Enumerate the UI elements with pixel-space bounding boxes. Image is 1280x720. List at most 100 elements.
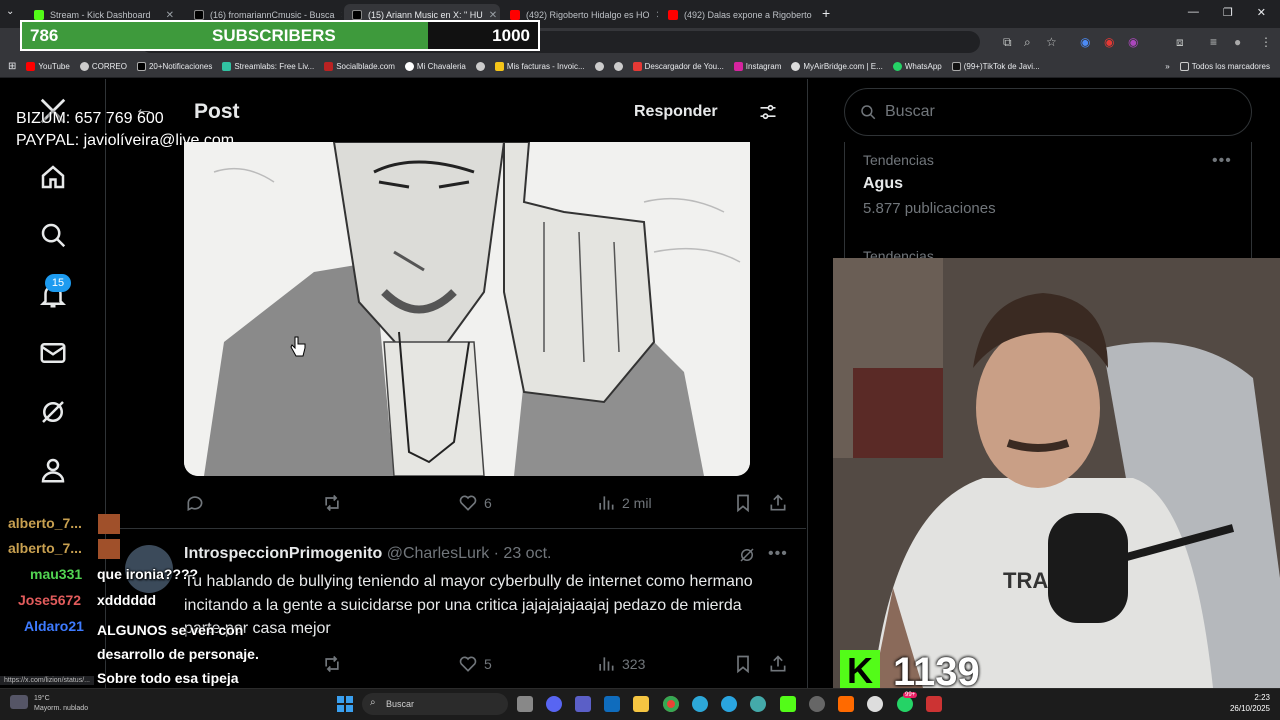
home-icon[interactable] — [38, 162, 68, 192]
close-window-icon[interactable]: ✕ — [1257, 6, 1266, 22]
reply-author-handle[interactable]: @CharlesLurk · 23 oct. — [387, 545, 552, 562]
views-action[interactable]: 323 — [596, 654, 645, 674]
reply-text: Tu hablando de bullying teniendo al mayo… — [184, 573, 753, 637]
windows-start-icon[interactable] — [337, 696, 353, 712]
repost-icon[interactable] — [322, 654, 342, 674]
close-tab-icon[interactable]: ✕ — [656, 10, 658, 21]
taskbar-search[interactable]: ⌕ Buscar — [362, 693, 508, 715]
app-icon[interactable] — [867, 696, 883, 712]
bookmark-streamlabs[interactable]: Streamlabs: Free Liv... — [222, 62, 314, 71]
grok-icon[interactable] — [38, 397, 68, 427]
views-action[interactable]: 2 mil — [596, 493, 652, 513]
bookmark-facturas[interactable]: Mis facturas - Invoic... — [494, 62, 585, 71]
mail-icon[interactable] — [38, 338, 68, 368]
share-icon[interactable] — [768, 493, 788, 513]
grok-icon[interactable] — [738, 546, 756, 564]
views-count: 2 mil — [622, 495, 652, 511]
bookmark-label: Socialblade.com — [336, 62, 395, 71]
search-icon[interactable] — [38, 220, 68, 250]
search-input[interactable]: Buscar — [844, 88, 1252, 136]
extension-icon[interactable]: ◉ — [1104, 35, 1114, 49]
app-icon[interactable] — [926, 696, 942, 712]
bookmark-tiktok[interactable]: (99+)TikTok de Javi... — [951, 62, 1040, 71]
tab-search-icon[interactable]: ⌄ — [6, 6, 14, 17]
like-action[interactable]: 5 — [458, 654, 492, 674]
bookmark-whatsapp[interactable]: WhatsApp — [892, 62, 942, 71]
share-icon[interactable] — [768, 654, 788, 674]
weather-icon[interactable] — [10, 695, 28, 709]
apps-grid-icon[interactable]: ⊞ — [8, 61, 16, 72]
trend-name[interactable]: Agus — [863, 175, 903, 193]
media-icon[interactable]: ≡ — [1210, 35, 1217, 49]
bookmark-icon[interactable] — [733, 654, 753, 674]
bookmark-notificaciones[interactable]: 20+Notificaciones — [136, 62, 212, 71]
whatsapp-icon[interactable] — [897, 696, 913, 712]
close-tab-icon[interactable]: ✕ — [341, 10, 342, 21]
bookmark-star-icon[interactable]: ☆ — [1046, 35, 1057, 49]
post-image[interactable] — [184, 142, 750, 476]
close-tab-icon[interactable]: ✕ — [489, 10, 497, 21]
clock-time: 2:23 — [1254, 693, 1270, 702]
all-bookmarks-folder[interactable]: Todos los marcadores — [1179, 62, 1270, 71]
like-action[interactable]: 6 — [458, 493, 492, 513]
bookmark-globe[interactable] — [594, 62, 604, 71]
app-icon[interactable] — [750, 696, 766, 712]
extension-icon[interactable]: ◉ — [1080, 35, 1090, 49]
kick-app-icon[interactable] — [780, 696, 796, 712]
edge-icon[interactable] — [692, 696, 708, 712]
bookmark-label: Mis facturas - Invoic... — [506, 62, 585, 71]
chrome-menu-icon[interactable]: ⋮ — [1260, 35, 1272, 49]
teams-icon[interactable] — [575, 696, 591, 712]
bookmark-descargador[interactable]: Descargador de You... — [632, 62, 724, 71]
tab-youtube-2[interactable]: (492) Dalas expone a Rigoberto ✕ — [660, 4, 816, 26]
bookmark-globe[interactable] — [475, 62, 485, 71]
tab-label: Stream - Kick Dashboard — [50, 10, 151, 20]
more-options-icon[interactable]: ••• — [768, 545, 788, 563]
more-options-icon[interactable]: ••• — [1212, 152, 1232, 170]
telegram-icon[interactable] — [721, 696, 737, 712]
zoom-icon[interactable]: ⌕ — [1024, 35, 1031, 50]
weather-widget[interactable]: 19°C Mayorm. nublado — [34, 694, 88, 714]
more-bookmarks-icon[interactable]: » — [1165, 62, 1169, 71]
extensions-puzzle-icon[interactable]: ⧈ — [1176, 35, 1184, 50]
install-icon[interactable]: ⧉ — [1003, 35, 1012, 50]
bookmark-icon[interactable] — [733, 493, 753, 513]
profile-icon[interactable] — [38, 455, 68, 485]
obs-icon[interactable] — [809, 696, 825, 712]
kick-favicon-icon — [34, 10, 44, 20]
bizum-text: BIZUM: 657 769 600 — [16, 110, 164, 127]
reply-button[interactable]: Responder — [634, 103, 718, 121]
bookmark-youtube[interactable]: YouTube — [26, 62, 70, 71]
app-icon[interactable] — [838, 696, 854, 712]
reply-header: IntrospeccionPrimogenito @CharlesLurk · … — [184, 545, 794, 563]
bookmark-chavaleria[interactable]: Mi Chavaleria — [404, 62, 466, 71]
tab-label: (492) Dalas expone a Rigoberto — [684, 10, 812, 20]
repost-icon[interactable] — [322, 493, 342, 513]
bookmark-label: WhatsApp — [904, 62, 942, 71]
chat-username: Aldaro21 — [24, 618, 84, 634]
task-view-icon[interactable] — [517, 696, 533, 712]
bookmark-socialblade[interactable]: Socialblade.com — [324, 62, 395, 71]
chrome-icon[interactable] — [663, 696, 679, 712]
filter-sliders-icon[interactable] — [758, 102, 778, 122]
file-explorer-icon[interactable] — [633, 696, 649, 712]
minimize-icon[interactable]: — — [1188, 6, 1199, 22]
bookmark-myairbridge[interactable]: MyAirBridge.com | E... — [791, 62, 883, 71]
webcam-feed: TRA — [833, 258, 1280, 688]
site-icon — [404, 62, 414, 71]
bookmark-instagram[interactable]: Instagram — [733, 62, 782, 71]
extension-icon[interactable]: ◉ — [1128, 35, 1138, 49]
bookmark-correo[interactable]: CORREO — [79, 62, 127, 71]
profile-avatar-icon[interactable]: ● — [1234, 35, 1241, 49]
discord-icon[interactable] — [546, 696, 562, 712]
restore-icon[interactable]: ❐ — [1223, 6, 1233, 22]
reply-icon[interactable] — [185, 493, 205, 513]
close-tab-icon[interactable]: ✕ — [166, 10, 174, 21]
bookmark-label: Instagram — [745, 62, 782, 71]
taskbar-clock[interactable]: 2:23 26/10/2025 — [1230, 692, 1270, 714]
whatsapp-icon — [892, 62, 902, 71]
bookmark-globe[interactable] — [613, 62, 623, 71]
reply-author-name[interactable]: IntrospeccionPrimogenito — [184, 545, 382, 562]
new-tab-button[interactable]: + — [822, 5, 830, 21]
outlook-icon[interactable] — [604, 696, 620, 712]
